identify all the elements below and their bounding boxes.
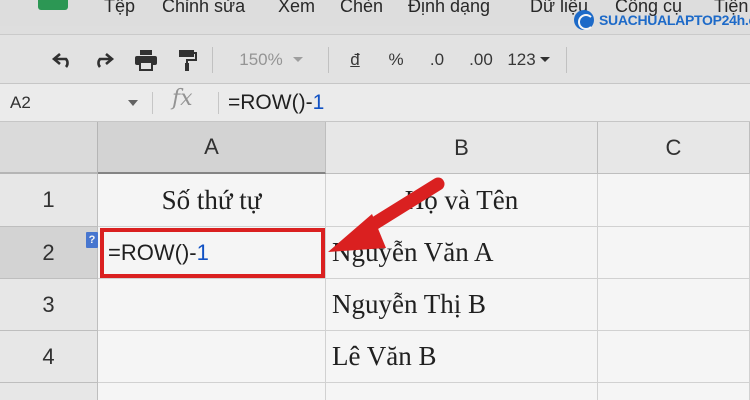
sheet-grid: A B C 1 2 3 4 Số thứ tự Họ và Tên Nguyễn…: [0, 122, 750, 400]
percent-label: %: [388, 50, 404, 69]
toolbar-divider: [328, 47, 329, 73]
menu-file[interactable]: Tệp: [104, 0, 135, 17]
formula-input[interactable]: =ROW()-1: [228, 84, 324, 122]
paint-format-button[interactable]: [172, 35, 202, 85]
annotation-arrow-icon: [328, 177, 445, 252]
zoom-value: 150%: [239, 50, 283, 69]
paint-format-icon: [179, 50, 197, 71]
decrease-decimal-button[interactable]: .0: [420, 35, 454, 85]
menu-view[interactable]: Xem: [278, 0, 315, 17]
toolbar-divider: [212, 47, 213, 73]
chevron-down-icon: [292, 57, 303, 62]
name-box-dropdown-icon[interactable]: [128, 100, 138, 106]
print-button[interactable]: [130, 35, 162, 85]
undo-icon: [51, 53, 69, 68]
watermark: SUACHUALAPTOP24h.com: [574, 9, 750, 31]
chevron-down-icon: [539, 57, 550, 62]
formula-number: 1: [312, 91, 325, 114]
spreadsheet-window: Tệp Chỉnh sửa Xem Chèn Định dạng Dữ liệu…: [0, 0, 750, 400]
zoom-select[interactable]: 150%: [232, 35, 312, 85]
menu-edit[interactable]: Chỉnh sửa: [162, 0, 245, 17]
menu-insert[interactable]: Chèn: [340, 0, 383, 17]
decrease-decimal-label: .0: [429, 50, 445, 69]
sheets-logo-icon[interactable]: [38, 0, 68, 10]
redo-icon: [97, 53, 115, 68]
fx-icon: fx: [172, 86, 193, 111]
formula-text: =ROW()-: [228, 91, 313, 114]
undo-button[interactable]: [48, 35, 78, 85]
menu-format[interactable]: Định dạng: [408, 0, 490, 17]
percent-format-button[interactable]: %: [382, 35, 410, 85]
formula-bar-divider: [152, 92, 153, 114]
more-formats-button[interactable]: 123: [504, 35, 554, 85]
increase-decimal-label: .00: [469, 50, 493, 69]
name-box[interactable]: A2: [10, 84, 31, 122]
watermark-text: SUACHUALAPTOP24h.com: [599, 12, 750, 28]
more-formats-label: 123: [507, 50, 536, 69]
currency-label: đ: [350, 50, 360, 69]
formula-bar-divider: [218, 92, 219, 114]
watermark-logo-icon: [574, 10, 594, 30]
increase-decimal-button[interactable]: .00: [462, 35, 500, 85]
formula-bar: A2 fx =ROW()-1: [0, 84, 750, 122]
print-icon: [135, 50, 157, 71]
toolbar: 150% đ % .0 .00 123: [0, 34, 750, 84]
redo-button[interactable]: [88, 35, 118, 85]
toolbar-divider: [566, 47, 567, 73]
currency-format-button[interactable]: đ: [342, 35, 368, 85]
